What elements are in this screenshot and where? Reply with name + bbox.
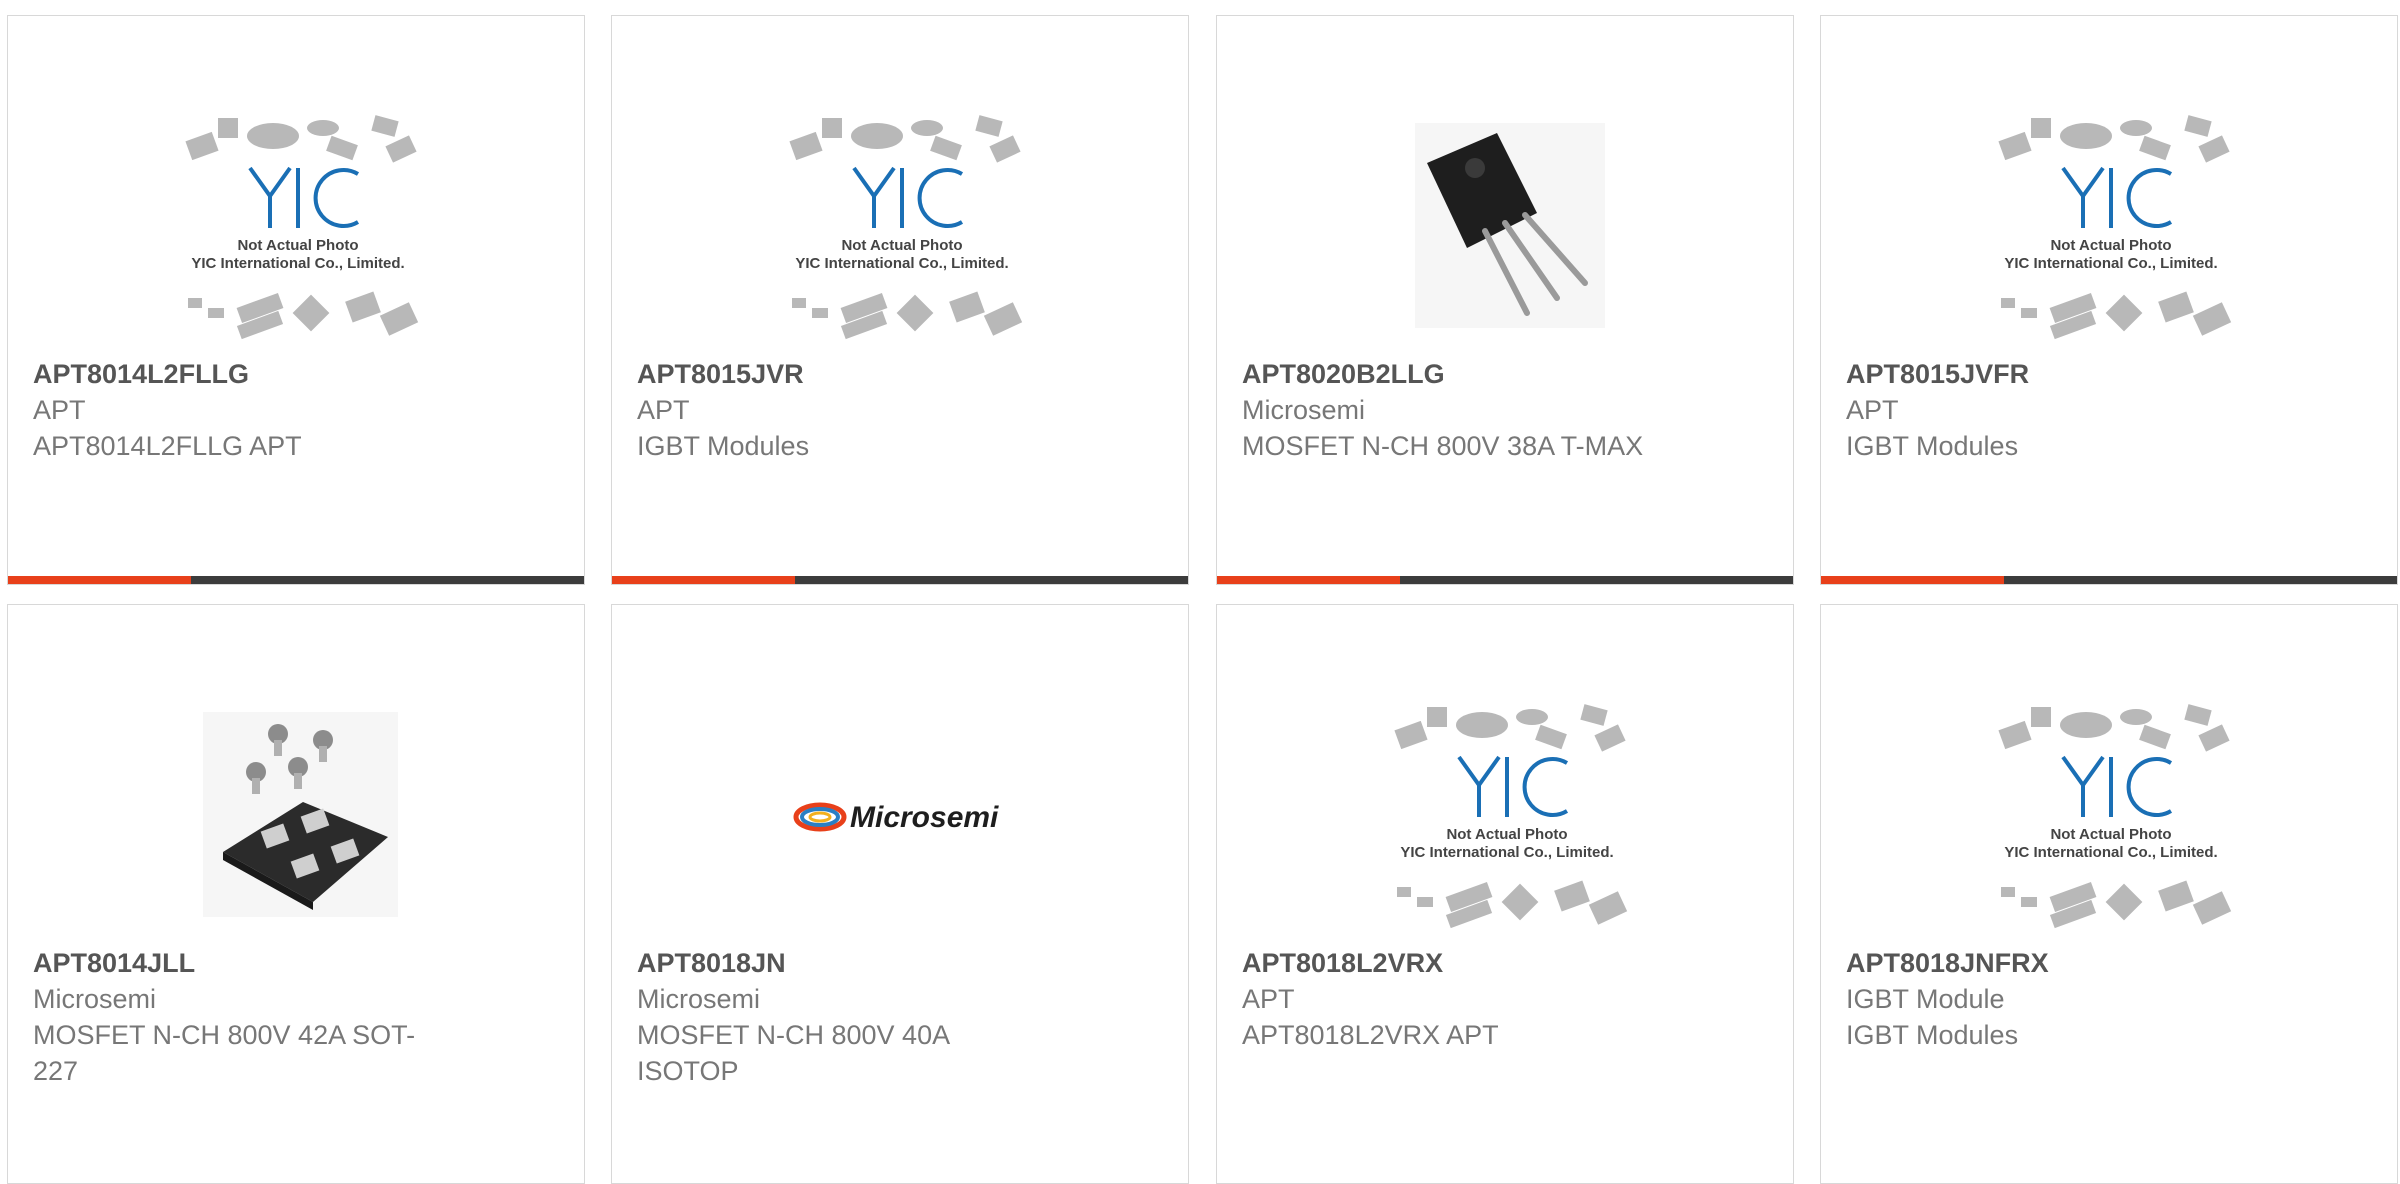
placeholder-photo: Not Actual Photo YIC International Co., …	[1998, 704, 2232, 929]
description: APT8014L2FLLG APT	[33, 431, 302, 461]
product-image[interactable]	[1357, 96, 1657, 360]
svg-text:Not Actual Photo: Not Actual Photo	[2050, 237, 2171, 254]
to247-transistor-photo	[1415, 123, 1605, 328]
description: IGBT Modules	[1846, 1020, 2019, 1050]
manufacturer: APT	[637, 395, 690, 425]
manufacturer: IGBT Module	[1846, 984, 2005, 1014]
product-card[interactable]: Not Actual Photo YIC International Co., …	[7, 15, 585, 585]
part-number[interactable]: APT8020B2LLG	[1242, 356, 1762, 392]
product-card[interactable]: APT8014JLL Microsemi MOSFET N-CH 800V 42…	[7, 604, 585, 1184]
svg-text:Not Actual Photo: Not Actual Photo	[1446, 826, 1567, 843]
card-bottom-bar	[1821, 576, 2397, 584]
product-image[interactable]: Not Actual Photo YIC International Co., …	[1961, 96, 2261, 360]
part-number[interactable]: APT8018L2VRX	[1242, 945, 1762, 981]
svg-text:YIC International Co., Limited: YIC International Co., Limited.	[1400, 844, 1613, 861]
card-accent-bar	[1217, 576, 1400, 584]
card-accent-bar	[8, 576, 191, 584]
svg-text:YIC International Co., Limited: YIC International Co., Limited.	[2004, 844, 2217, 861]
part-number[interactable]: APT8018JNFRX	[1846, 945, 2366, 981]
description: MOSFET N-CH 800V 42A SOT-227	[33, 1020, 416, 1086]
part-number[interactable]: APT8015JVFR	[1846, 356, 2366, 392]
manufacturer: Microsemi	[33, 984, 157, 1014]
svg-text:Not Actual Photo: Not Actual Photo	[2050, 826, 2171, 843]
description: IGBT Modules	[637, 431, 810, 461]
product-image[interactable]: Not Actual Photo YIC International Co., …	[1357, 685, 1657, 949]
product-image[interactable]: Not Actual Photo YIC International Co., …	[1961, 685, 2261, 949]
description: MOSFET N-CH 800V 38A T-MAX	[1242, 431, 1644, 461]
placeholder-photo: Not Actual Photo YIC International Co., …	[789, 115, 1023, 340]
description: MOSFET N-CH 800V 40A ISOTOP	[637, 1020, 949, 1086]
product-info: APT8014L2FLLG APT APT8014L2FLLG APT	[33, 356, 553, 464]
part-number[interactable]: APT8014JLL	[33, 945, 553, 981]
placeholder-photo: Not Actual Photo YIC International Co., …	[1394, 704, 1628, 929]
card-accent-bar	[612, 576, 795, 584]
manufacturer: APT	[1242, 984, 1295, 1014]
placeholder-photo: Not Actual Photo YIC International Co., …	[185, 115, 419, 340]
product-card[interactable]: Microsemi APT8018JN Microsemi MOSFET N-C…	[611, 604, 1189, 1184]
product-card[interactable]: Not Actual Photo YIC International Co., …	[1820, 604, 2398, 1184]
manufacturer: Microsemi	[1242, 395, 1366, 425]
product-card[interactable]: Not Actual Photo YIC International Co., …	[1216, 604, 1794, 1184]
product-image[interactable]: Not Actual Photo YIC International Co., …	[752, 96, 1052, 360]
svg-text:Microsemi: Microsemi	[850, 801, 999, 834]
sot227-module-photo	[203, 712, 398, 917]
placeholder-photo: Not Actual Photo YIC International Co., …	[1998, 115, 2232, 340]
manufacturer: APT	[33, 395, 86, 425]
part-number[interactable]: APT8014L2FLLG	[33, 356, 553, 392]
part-number[interactable]: APT8018JN	[637, 945, 1157, 981]
product-image[interactable]: Microsemi	[752, 685, 1052, 949]
product-info: APT8015JVFR APT IGBT Modules	[1846, 356, 2366, 464]
product-info: APT8018JNFRX IGBT Module IGBT Modules	[1846, 945, 2366, 1053]
microsemi-logo: Microsemi	[793, 801, 999, 834]
svg-text:Not Actual Photo: Not Actual Photo	[237, 237, 358, 254]
product-info: APT8014JLL Microsemi MOSFET N-CH 800V 42…	[33, 945, 553, 1089]
card-bottom-bar	[612, 576, 1188, 584]
card-accent-bar	[1821, 576, 2004, 584]
product-info: APT8018JN Microsemi MOSFET N-CH 800V 40A…	[637, 945, 1157, 1089]
product-card[interactable]: APT8020B2LLG Microsemi MOSFET N-CH 800V …	[1216, 15, 1794, 585]
product-info: APT8018L2VRX APT APT8018L2VRX APT	[1242, 945, 1762, 1053]
manufacturer: Microsemi	[637, 984, 761, 1014]
product-image[interactable]	[148, 685, 448, 949]
svg-text:YIC International Co., Limited: YIC International Co., Limited.	[191, 255, 404, 272]
card-bottom-bar	[8, 576, 584, 584]
svg-text:Not Actual Photo: Not Actual Photo	[841, 237, 962, 254]
manufacturer: APT	[1846, 395, 1899, 425]
part-number[interactable]: APT8015JVR	[637, 356, 1157, 392]
product-card[interactable]: Not Actual Photo YIC International Co., …	[1820, 15, 2398, 585]
svg-text:YIC International Co., Limited: YIC International Co., Limited.	[795, 255, 1008, 272]
product-info: APT8020B2LLG Microsemi MOSFET N-CH 800V …	[1242, 356, 1762, 464]
product-card[interactable]: Not Actual Photo YIC International Co., …	[611, 15, 1189, 585]
card-bottom-bar	[1217, 576, 1793, 584]
description: APT8018L2VRX APT	[1242, 1020, 1499, 1050]
product-image[interactable]: Not Actual Photo YIC International Co., …	[148, 96, 448, 360]
description: IGBT Modules	[1846, 431, 2019, 461]
product-grid: Not Actual Photo YIC International Co., …	[0, 0, 2400, 1184]
product-info: APT8015JVR APT IGBT Modules	[637, 356, 1157, 464]
svg-text:YIC International Co., Limited: YIC International Co., Limited.	[2004, 255, 2217, 272]
